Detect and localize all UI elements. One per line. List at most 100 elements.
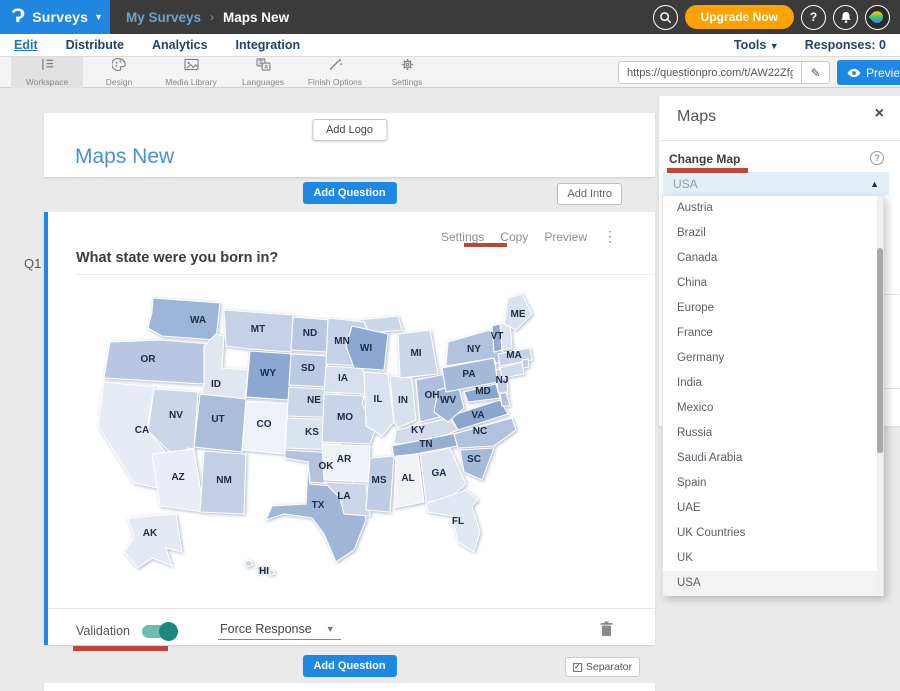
question-action-settings[interactable]: Settings [441,230,484,244]
map-option-mexico[interactable]: Mexico [663,396,883,421]
map-state-wa[interactable] [148,298,220,340]
toolbar-item-workspace[interactable]: Workspace [11,57,83,88]
map-state-mt[interactable] [224,310,293,352]
map-option-canada[interactable]: Canada [663,246,883,271]
close-icon[interactable]: × [875,106,884,122]
map-state-ar[interactable] [322,444,370,482]
map-option-uae[interactable]: UAE [663,496,883,521]
map-state-az[interactable] [152,449,204,512]
map-state-il[interactable] [364,372,394,436]
delete-question-button[interactable] [600,621,613,642]
map-state-ri[interactable] [522,359,529,368]
survey-url-group: ✎ [618,61,830,84]
map-state-mi[interactable] [398,330,438,378]
tab-distribute[interactable]: Distribute [66,38,124,52]
top-header: Ɂ Surveys ▼ My Surveys › Maps New Upgrad… [0,0,900,34]
separator-button[interactable]: ✓ Separator [565,657,640,677]
add-question-button-bottom[interactable]: Add Question [302,655,396,677]
map-option-china[interactable]: China [663,271,883,296]
user-avatar[interactable] [865,5,890,30]
add-question-button[interactable]: Add Question [302,182,396,204]
map-option-saudi-arabia[interactable]: Saudi Arabia [663,446,883,471]
toolbar-item-label: Media Library [165,77,217,87]
search-button[interactable] [653,5,678,30]
map-option-usa[interactable]: USA [663,571,883,596]
question-text[interactable]: What state were you born in? [76,250,278,266]
responses-count: Responses: 0 [805,38,886,52]
notifications-button[interactable] [833,5,858,30]
toolbar-item-finish-options[interactable]: Finish Options [299,57,371,88]
tools-menu[interactable]: Tools ▼ [734,38,779,52]
map-option-spain[interactable]: Spain [663,471,883,496]
map-option-india[interactable]: India [663,371,883,396]
map-dropdown-list: AustriaBrazilCanadaChinaEuropeFranceGerm… [662,195,884,595]
map-state-al[interactable] [394,454,424,508]
help-button[interactable]: ? [801,5,826,30]
map-select[interactable]: USA ▲ [663,172,889,195]
preview-button[interactable]: Preview [837,60,900,85]
map-state-nd[interactable] [291,317,330,352]
tab-integration[interactable]: Integration [236,38,301,52]
toolbar-item-media-library[interactable]: Media Library [155,57,227,88]
breadcrumb-my-surveys[interactable]: My Surveys [126,10,201,25]
map-state-ut[interactable] [194,394,246,452]
map-state-or[interactable] [104,340,210,384]
gear-icon [400,58,415,76]
kebab-menu-icon[interactable]: ⋮ [603,228,617,245]
toolbar-item-settings[interactable]: Settings [371,57,443,88]
product-switcher[interactable]: Ɂ Surveys ▼ [0,0,110,34]
map-state-sc[interactable] [460,448,494,480]
scrollbar-thumb[interactable] [877,248,883,453]
map-option-europe[interactable]: Europe [663,296,883,321]
validation-toggle[interactable] [142,625,176,638]
media-icon [184,58,199,76]
map-state-wi[interactable] [346,326,388,370]
questionpro-logo-icon: Ɂ [11,6,25,28]
map-option-brazil[interactable]: Brazil [663,221,883,246]
survey-header-card: Add Logo Maps New [44,113,655,177]
tab-analytics[interactable]: Analytics [152,38,208,52]
map-option-austria[interactable]: Austria [663,196,883,221]
toolbar-item-languages[interactable]: 文ALanguages [227,57,299,88]
map-state-me[interactable] [504,294,532,330]
add-intro-button[interactable]: Add Intro [557,183,622,205]
map-region[interactable] [268,570,275,575]
map-region[interactable] [256,566,264,571]
product-name: Surveys [32,9,88,25]
map-state-ia[interactable] [324,366,370,394]
survey-title[interactable]: Maps New [75,145,174,169]
map-state-ak[interactable] [124,514,182,568]
survey-url-input[interactable] [619,62,801,83]
question-action-copy[interactable]: Copy [500,230,528,244]
edit-url-button[interactable]: ✎ [801,62,829,83]
add-logo-button[interactable]: Add Logo [312,119,387,141]
map-option-russia[interactable]: Russia [663,421,883,446]
map-state-co[interactable] [242,401,288,454]
toolbar-item-label: Workspace [26,77,68,87]
languages-icon: 文A [256,58,271,76]
toolbar-item-label: Languages [242,77,284,87]
map-state-in[interactable] [390,376,416,428]
map-state-sd[interactable] [289,354,328,387]
scrollbar-track[interactable] [877,196,883,594]
upgrade-now-button[interactable]: Upgrade Now [685,5,794,29]
tab-edit[interactable]: Edit [14,38,38,52]
map-state-wy[interactable] [246,351,293,400]
toolbar-item-design[interactable]: Design [83,57,155,88]
question-card: Settings Copy Preview ⋮ What state were you… [44,212,655,645]
map-select-value: USA [673,177,698,191]
validation-row: Validation Force Response ▼ [76,619,635,643]
validation-label: Validation [76,624,130,638]
map-state-nm[interactable] [200,451,246,514]
map-option-france[interactable]: France [663,321,883,346]
help-icon[interactable]: ? [870,151,884,165]
questionpro-app: Ɂ Surveys ▼ My Surveys › Maps New Upgrad… [0,0,900,691]
map-option-germany[interactable]: Germany [663,346,883,371]
map-option-uk[interactable]: UK [663,546,883,571]
editor-toolbar: WorkspaceDesignMedia Library文ALanguagesF… [0,57,900,88]
validation-option-dropdown[interactable]: Force Response ▼ [218,622,341,640]
question-action-preview[interactable]: Preview [544,230,587,244]
map-state-ms[interactable] [366,456,394,512]
map-state-hi[interactable] [244,560,253,567]
map-option-uk-countries[interactable]: UK Countries [663,521,883,546]
